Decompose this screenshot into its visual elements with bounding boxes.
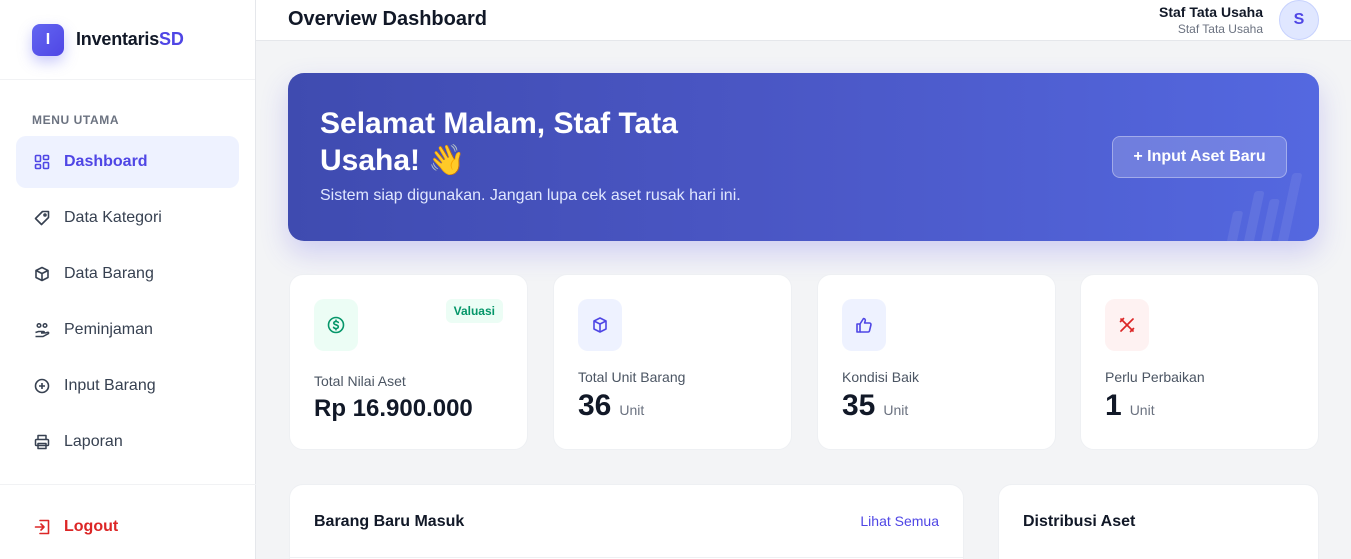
sidebar-item-label: Peminjaman	[64, 321, 153, 338]
avatar[interactable]: S	[1279, 0, 1319, 40]
logout-icon	[34, 519, 50, 535]
sidebar-menu: Dashboard Data Kategori Data Barang Pemi…	[16, 136, 239, 472]
tag-icon	[34, 210, 50, 226]
stat-card-total-value: Valuasi Total Nilai Aset Rp 16.900.000	[289, 274, 528, 450]
stat-unit: Unit	[619, 402, 645, 418]
stat-unit: Unit	[883, 402, 909, 418]
user-name: Staf Tata Usaha	[1159, 4, 1263, 20]
valuation-badge: Valuasi	[445, 299, 503, 323]
recent-items-panel: Barang Baru Masuk Lihat Semua	[289, 484, 964, 559]
sidebar-item-label: Dashboard	[64, 153, 148, 170]
brand-name: InventarisSD	[76, 29, 184, 50]
logout-label: Logout	[64, 518, 119, 535]
sidebar-item-label: Data Kategori	[64, 209, 162, 226]
wrench-cross-icon	[1105, 299, 1149, 351]
sidebar-item-data-kategori[interactable]: Data Kategori	[16, 192, 239, 244]
stat-value-row: 35 Unit	[842, 389, 908, 423]
sidebar-item-input-barang[interactable]: Input Barang	[16, 360, 239, 412]
hand-people-icon	[34, 322, 50, 338]
user-role: Staf Tata Usaha	[1177, 22, 1263, 36]
stat-label: Total Unit Barang	[578, 369, 686, 385]
sidebar-item-dashboard[interactable]: Dashboard	[16, 136, 239, 188]
box-icon	[34, 266, 50, 282]
sidebar: I InventarisSD MENU UTAMA Dashboard Data…	[0, 0, 256, 559]
stat-value: Rp 16.900.000	[314, 395, 473, 422]
stat-value: 1	[1105, 389, 1122, 422]
cube-icon	[578, 299, 622, 351]
user-info[interactable]: Staf Tata Usaha Staf Tata Usaha	[1159, 4, 1263, 36]
sidebar-item-label: Input Barang	[64, 377, 156, 394]
stat-value-row: Rp 16.900.000	[314, 395, 473, 423]
sidebar-item-laporan[interactable]: Laporan	[16, 416, 239, 468]
top-header: Overview Dashboard Staf Tata Usaha Staf …	[256, 0, 1351, 41]
brand-name-main: Inventaris	[76, 29, 160, 49]
stat-value: 36	[578, 389, 612, 422]
sidebar-item-label: Laporan	[64, 433, 123, 450]
sidebar-item-label: Data Barang	[64, 265, 154, 282]
welcome-greeting: Selamat Malam, Staf Tata Usaha! 👋	[320, 107, 678, 177]
sidebar-item-peminjaman[interactable]: Peminjaman	[16, 304, 239, 356]
panel-divider	[290, 557, 963, 558]
thumbs-up-icon	[842, 299, 886, 351]
chart-bars-decoration-icon	[1225, 173, 1302, 241]
stat-label: Kondisi Baik	[842, 369, 920, 385]
stat-card-needs-repair: Perlu Perbaikan 1 Unit	[1080, 274, 1319, 450]
panel-title: Distribusi Aset	[1023, 513, 1136, 530]
stat-card-good-condition: Kondisi Baik 35 Unit	[817, 274, 1056, 450]
stat-value-row: 1 Unit	[1105, 389, 1155, 423]
brand-name-accent: SD	[159, 29, 184, 49]
welcome-subtitle: Sistem siap digunakan. Jangan lupa cek a…	[320, 187, 741, 204]
stat-unit: Unit	[1129, 402, 1155, 418]
brand-logo: I	[32, 23, 64, 56]
sidebar-item-data-barang[interactable]: Data Barang	[16, 248, 239, 300]
stat-value-row: 36 Unit	[578, 389, 644, 423]
stat-card-total-units: Total Unit Barang 36 Unit	[553, 274, 792, 450]
asset-distribution-panel: Distribusi Aset	[998, 484, 1319, 559]
brand[interactable]: I InventarisSD	[0, 0, 255, 80]
printer-icon	[34, 434, 50, 450]
page-title: Overview Dashboard	[288, 8, 487, 30]
stat-value: 35	[842, 389, 876, 422]
logout-button[interactable]: Logout	[16, 502, 239, 552]
welcome-banner: Selamat Malam, Staf Tata Usaha! 👋 Sistem…	[288, 73, 1319, 241]
plus-circle-icon	[34, 378, 50, 394]
grid-icon	[34, 154, 50, 170]
stat-label: Total Nilai Aset	[314, 373, 406, 389]
sidebar-divider	[0, 484, 256, 485]
see-all-link[interactable]: Lihat Semua	[860, 513, 939, 529]
stat-label: Perlu Perbaikan	[1105, 369, 1205, 385]
dollar-circle-icon	[314, 299, 358, 351]
panel-title: Barang Baru Masuk	[314, 513, 465, 530]
menu-heading: MENU UTAMA	[32, 113, 120, 127]
